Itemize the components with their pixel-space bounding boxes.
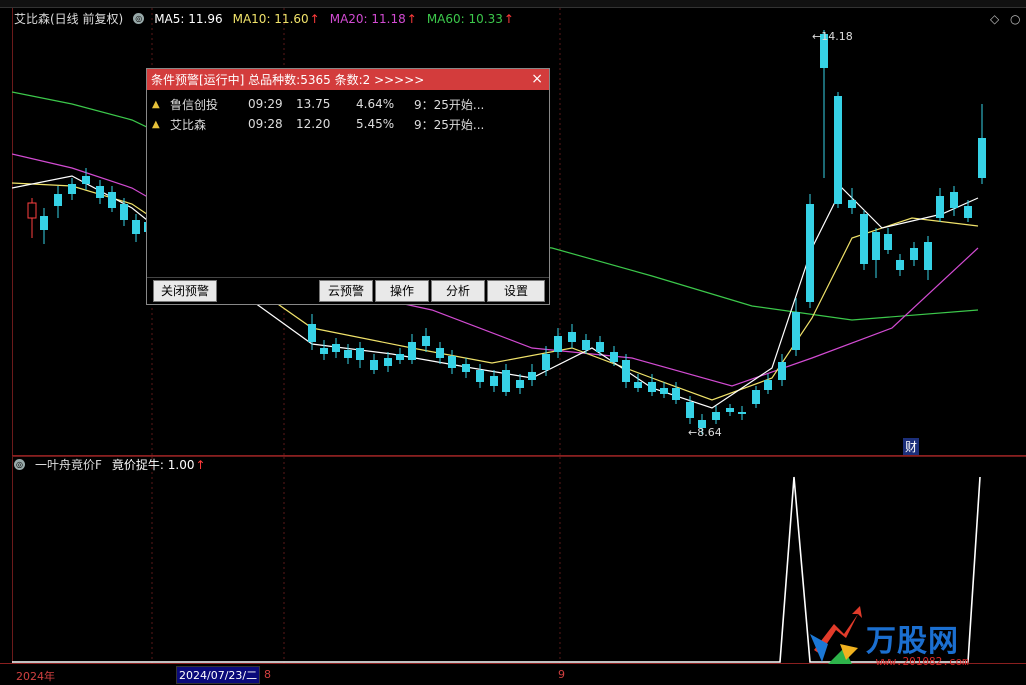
candle (54, 194, 62, 206)
candle (672, 388, 680, 400)
candle (436, 348, 444, 358)
candle (610, 352, 618, 362)
candle (108, 192, 116, 208)
candle (528, 372, 536, 380)
alert-list: ▲ 鲁信创投 09:29 13.75 4.64% 9：25开始... ▲ 艾比森… (147, 90, 549, 134)
settings-toggle-icon[interactable]: ◎ (133, 13, 145, 24)
candle (384, 358, 392, 366)
year-label: 2024年 (16, 670, 55, 683)
watermark-url: www.201082.com (876, 655, 969, 668)
candle (502, 370, 510, 392)
candle (516, 380, 524, 388)
operate-button[interactable]: 操作 (375, 280, 429, 302)
candle (27, 202, 37, 219)
candle (738, 412, 746, 414)
candle (132, 220, 140, 234)
dialog-titlebar[interactable]: 条件预警[运行中] 总品种数:5365 条数:2 >>>>> × (147, 69, 549, 90)
indicator-title: 一叶舟竟价F (35, 458, 102, 472)
rise-icon: ▲ (152, 118, 160, 130)
finance-badge[interactable]: 财 (903, 438, 920, 455)
candle (308, 324, 316, 342)
low-price-label: ←8.64 (688, 426, 722, 439)
ma10-value: MA10: 11.60↑ (232, 11, 320, 26)
close-alert-button[interactable]: 关闭预警 (153, 280, 217, 302)
candle (82, 176, 90, 184)
candle (778, 362, 786, 380)
indicator-legend: ◎ 一叶舟竟价F 竟价捉牛: 1.00↑ (14, 456, 206, 473)
circle-icon[interactable]: ○ (1010, 12, 1020, 26)
candle (806, 204, 814, 302)
candle (448, 356, 456, 368)
candle (686, 402, 694, 418)
candle (490, 376, 498, 386)
candle (462, 364, 470, 372)
candle (896, 260, 904, 270)
indicator-toggle-icon[interactable]: ◎ (14, 459, 25, 470)
candle (422, 336, 430, 346)
candle (332, 344, 340, 352)
candle (834, 96, 842, 204)
candle (396, 354, 404, 360)
candle (872, 232, 880, 260)
close-icon[interactable]: × (531, 71, 543, 87)
selected-date[interactable]: 2024/07/23/二 (176, 666, 261, 684)
candle (648, 382, 656, 392)
top-toolbar-strip (0, 0, 1026, 8)
rise-icon: ▲ (152, 98, 160, 110)
dialog-button-bar: 关闭预警 云预警 操作 分析 设置 (147, 277, 549, 304)
main-legend: 艾比森(日线 前复权) ◎ MA5: 11.96 MA10: 11.60↑ MA… (14, 10, 514, 27)
candle (764, 380, 772, 390)
candle (96, 186, 104, 198)
condition-alert-dialog[interactable]: 条件预警[运行中] 总品种数:5365 条数:2 >>>>> × ▲ 鲁信创投 … (146, 68, 550, 305)
candle (622, 360, 630, 382)
watermark-brand: 万股网 (866, 624, 959, 659)
candle (554, 336, 562, 352)
candle (884, 234, 892, 250)
dialog-title: 条件预警[运行中] 总品种数:5365 条数:2 >>>>> (151, 73, 425, 87)
month-8-label: 8 (264, 668, 271, 681)
candle (848, 200, 856, 208)
candle (712, 412, 720, 420)
candle (596, 342, 604, 352)
alert-row[interactable]: ▲ 艾比森 09:28 12.20 5.45% 9：25开始... (147, 114, 549, 134)
candle (542, 354, 550, 370)
candle (726, 408, 734, 412)
candle (936, 196, 944, 218)
analyze-button[interactable]: 分析 (431, 280, 485, 302)
candle (978, 138, 986, 178)
candle (356, 348, 364, 360)
candle (370, 360, 378, 370)
ma5-value: MA5: 11.96 (154, 11, 223, 26)
candle (964, 206, 972, 218)
candle (660, 388, 668, 394)
candle (40, 216, 48, 230)
month-9-label: 9 (558, 668, 565, 681)
diamond-icon[interactable]: ◇ (990, 12, 999, 26)
candle (568, 332, 576, 342)
candle (752, 390, 760, 404)
candle (476, 370, 484, 382)
candle (792, 312, 800, 350)
indicator-value: 竟价捉牛: 1.00↑ (111, 458, 206, 472)
candle (320, 348, 328, 354)
settings-button[interactable]: 设置 (487, 280, 545, 302)
ma20-value: MA20: 11.18↑ (329, 11, 417, 26)
candle (344, 350, 352, 358)
alert-row[interactable]: ▲ 鲁信创投 09:29 13.75 4.64% 9：25开始... (147, 94, 549, 114)
chart-title: 艾比森(日线 前复权) (14, 12, 124, 26)
high-price-label: ←14.18 (812, 30, 853, 43)
candle (408, 342, 416, 360)
candle (582, 340, 590, 350)
candle (120, 204, 128, 220)
candle (860, 214, 868, 264)
cloud-alert-button[interactable]: 云预警 (319, 280, 373, 302)
candle (950, 192, 958, 208)
candle (924, 242, 932, 270)
candle (910, 248, 918, 260)
ma60-value: MA60: 10.33↑ (426, 11, 514, 26)
candle (634, 382, 642, 388)
candle (68, 184, 76, 194)
